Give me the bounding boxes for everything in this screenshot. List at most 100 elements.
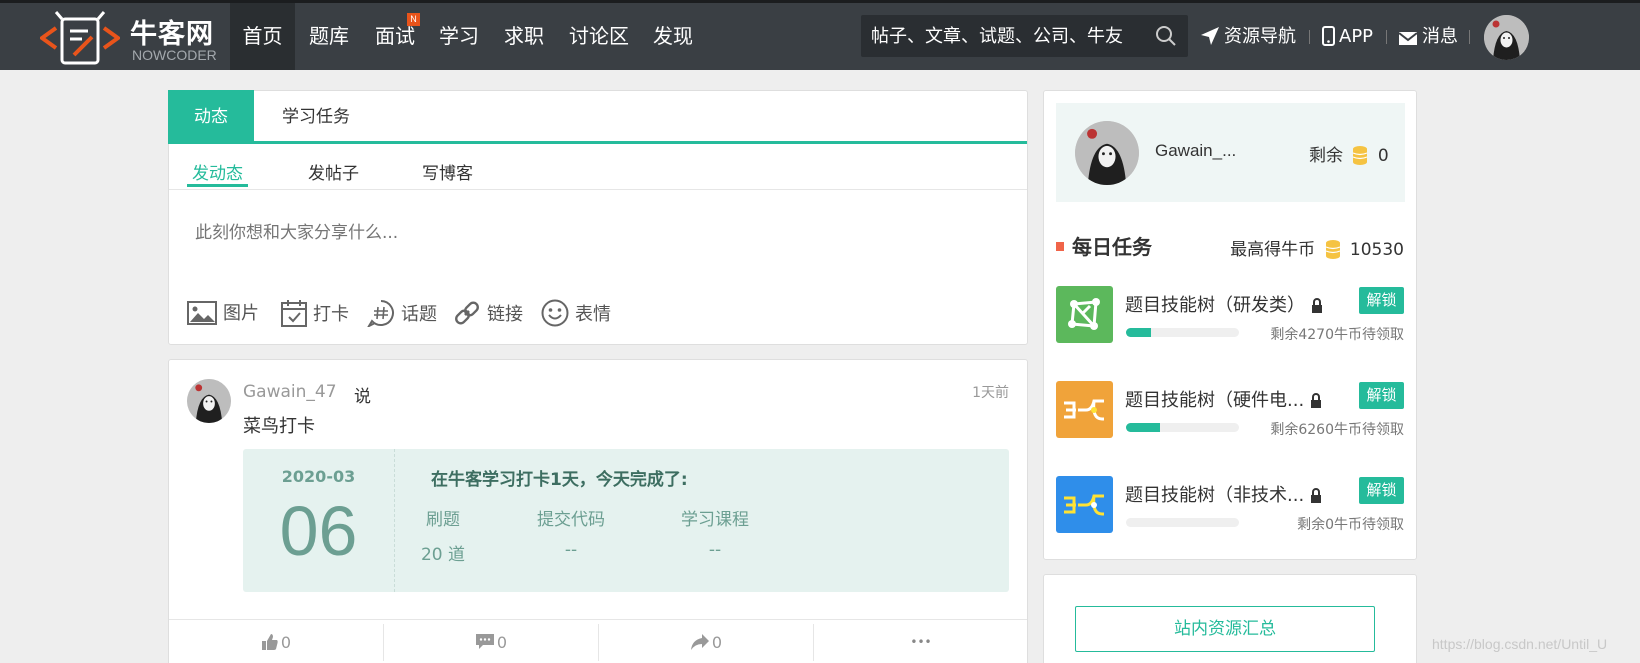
skill-tree-hardware-icon[interactable] — [1056, 381, 1113, 438]
task-name[interactable]: 题目技能树（研发类） — [1125, 291, 1323, 317]
sidebar-user-avatar[interactable] — [1075, 121, 1139, 185]
logo-text: 牛客网 — [130, 19, 214, 50]
section-marker — [1056, 242, 1064, 251]
nav-item-discover[interactable]: 发现 — [644, 3, 702, 70]
image-button[interactable]: 图片 — [187, 299, 259, 329]
unlock-button[interactable]: 解锁 — [1359, 382, 1404, 409]
lock-icon — [1311, 488, 1322, 503]
skill-tree-nontech-icon[interactable] — [1056, 476, 1113, 533]
image-label: 图片 — [223, 303, 259, 324]
subtab-post-thread[interactable]: 发帖子 — [308, 159, 359, 187]
image-icon — [187, 301, 217, 325]
checkin-month: 2020-03 — [281, 467, 356, 486]
watermark: https://blog.csdn.net/Until_U — [1432, 636, 1608, 652]
status-input[interactable] — [195, 223, 975, 243]
emoji-button[interactable]: 表情 — [541, 299, 611, 329]
site-logo[interactable]: 牛客网 NOWCODER — [40, 9, 230, 67]
topic-button[interactable]: 话题 — [366, 299, 437, 329]
thumbs-up-icon — [261, 634, 278, 650]
search-input[interactable] — [871, 15, 1141, 57]
nav-item-jobs[interactable]: 求职 — [495, 3, 553, 70]
comment-icon — [475, 634, 494, 649]
task-progress-bar — [1126, 328, 1239, 337]
sidebar-user-name[interactable]: Gawain_... — [1155, 141, 1236, 161]
envelope-icon — [1398, 32, 1418, 45]
task-name-label: 题目技能树（硬件电... — [1125, 390, 1305, 411]
top-navbar: 牛客网 NOWCODER 首页 题库 面试 N 学习 求职 讨论区 发现 资源导… — [0, 0, 1640, 70]
tab-feed[interactable]: 动态 — [168, 90, 254, 144]
subtab-write-blog[interactable]: 写博客 — [422, 159, 473, 187]
nav-item-interview-label: 面试 — [375, 24, 415, 48]
resources-summary-button[interactable]: 站内资源汇总 — [1075, 606, 1375, 652]
like-button[interactable]: 0 — [169, 620, 383, 663]
link-icon — [455, 301, 479, 325]
navigation-arrow-icon — [1201, 27, 1219, 45]
skill-tree-icon — [1068, 298, 1100, 330]
topic-label: 话题 — [401, 304, 437, 325]
task-name-label: 题目技能树（研发类） — [1125, 295, 1305, 316]
search-icon[interactable] — [1155, 25, 1177, 47]
feed-post: Gawain_47 说 1天前 菜鸟打卡 2020-03 06 在牛客学习打卡1… — [168, 359, 1028, 663]
app-link-label: APP — [1339, 26, 1374, 47]
task-progress-bar — [1126, 423, 1239, 432]
checkin-title: 在牛客学习打卡1天，今天完成了: — [431, 470, 688, 490]
task-name[interactable]: 题目技能树（硬件电... — [1125, 386, 1322, 412]
checkin-value: -- — [564, 540, 578, 560]
post-author-avatar[interactable] — [187, 379, 231, 423]
share-arrow-icon — [690, 634, 709, 650]
share-button[interactable]: 0 — [599, 620, 813, 663]
post-said-label: 说 — [354, 387, 371, 407]
resource-nav-link[interactable]: 资源导航 — [1200, 22, 1296, 52]
nav-item-discussion[interactable]: 讨论区 — [560, 3, 638, 70]
nav-item-home[interactable]: 首页 — [230, 3, 295, 70]
nav-divider — [1309, 30, 1310, 44]
unlock-button[interactable]: 解锁 — [1359, 477, 1404, 504]
nav-item-learning[interactable]: 学习 — [430, 3, 488, 70]
link-button[interactable]: 链接 — [453, 299, 523, 329]
user-avatar[interactable] — [1484, 15, 1529, 60]
nav-item-question-bank[interactable]: 题库 — [300, 3, 358, 70]
smiley-icon — [541, 299, 569, 327]
resources-card: 站内资源汇总 — [1043, 574, 1417, 663]
checkin-button[interactable]: 打卡 — [281, 299, 349, 329]
emoji-label: 表情 — [575, 304, 611, 325]
coin-stack-icon — [1353, 146, 1368, 165]
checkin-day: 06 — [279, 492, 358, 570]
skill-tree-rd-icon[interactable] — [1056, 286, 1113, 343]
checkin-value: -- — [708, 540, 722, 560]
nav-divider — [1469, 30, 1470, 44]
max-coins: 最高得牛币 10530 — [1230, 235, 1404, 260]
task-name[interactable]: 题目技能树（非技术... — [1125, 481, 1322, 507]
new-badge: N — [407, 13, 420, 26]
checkin-label: 打卡 — [313, 304, 349, 325]
app-link[interactable]: APP — [1322, 22, 1373, 52]
logo-subtext: NOWCODER — [132, 47, 217, 63]
messages-label: 消息 — [1422, 26, 1458, 47]
checkin-summary[interactable]: 2020-03 06 在牛客学习打卡1天，今天完成了: 刷题 提交代码 学习课程… — [243, 449, 1009, 592]
post-author-name[interactable]: Gawain_47 — [243, 382, 337, 402]
coin-count: 0 — [1377, 146, 1389, 166]
nav-divider — [1386, 30, 1387, 44]
checkin-header: 学习课程 — [681, 510, 749, 530]
post-text: 菜鸟打卡 — [243, 416, 315, 437]
daily-tasks-title: 每日任务 — [1072, 235, 1152, 259]
feed-tabs: 动态 学习任务 — [168, 90, 1027, 144]
task-progress-fill — [1126, 423, 1160, 432]
max-coins-label: 最高得牛币 — [1230, 240, 1316, 260]
more-options-button[interactable]: ••• — [814, 620, 1028, 663]
max-coins-value: 10530 — [1349, 240, 1404, 260]
divider — [394, 449, 395, 592]
task-remaining: 剩余6260牛币待领取 — [1270, 422, 1404, 438]
avatar-icon — [187, 379, 231, 423]
avatar-icon — [1075, 121, 1139, 185]
daily-task-panel: Gawain_... 剩余 0 每日任务 最高得牛币 10530 题目技能树（研… — [1043, 90, 1417, 560]
tab-learning-tasks[interactable]: 学习任务 — [282, 91, 350, 144]
link-label: 链接 — [487, 304, 523, 325]
unlock-button[interactable]: 解锁 — [1359, 287, 1404, 314]
task-remaining: 剩余0牛币待领取 — [1297, 517, 1404, 533]
checkin-header: 刷题 — [426, 510, 460, 530]
lock-icon — [1311, 393, 1322, 408]
comment-button[interactable]: 0 — [384, 620, 598, 663]
messages-link[interactable]: 消息 — [1398, 22, 1458, 52]
subtab-post-status[interactable]: 发动态 — [187, 159, 248, 187]
